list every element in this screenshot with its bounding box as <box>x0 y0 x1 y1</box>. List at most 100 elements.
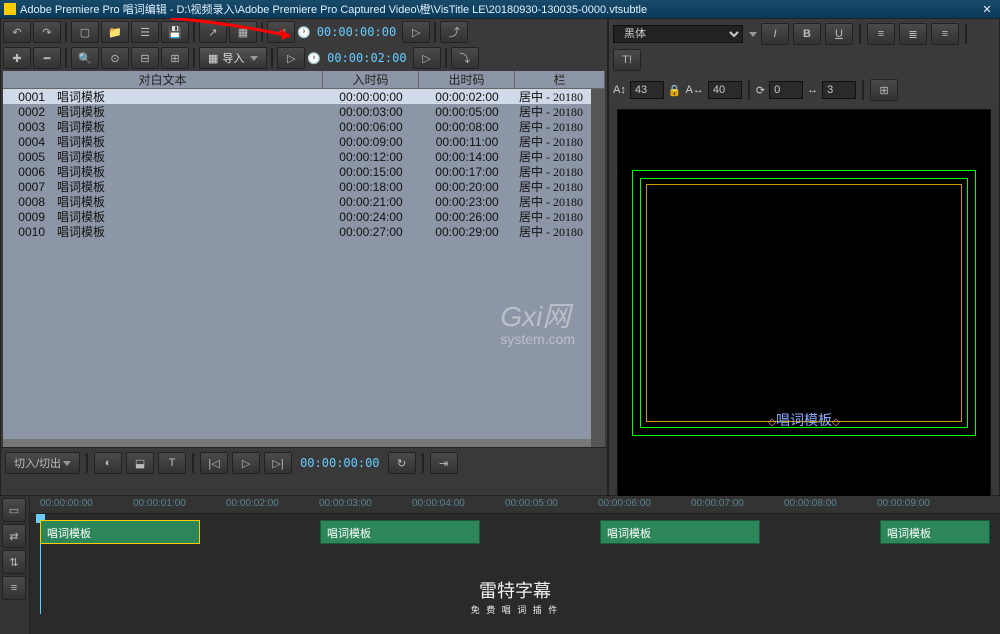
add-button[interactable]: ✚ <box>3 47 31 69</box>
undo-button[interactable]: ↶ <box>3 21 31 43</box>
titlebar: Adobe Premiere Pro 唱词编辑 - D:\视频录入\Adobe … <box>0 0 1000 18</box>
transport-bar: 切入/切出 ◐ ⬓ T |◁ ▷ ▷| 00:00:00:00 ↻ ⇥ <box>1 447 607 478</box>
goto-end-button[interactable]: ▷| <box>264 452 292 474</box>
mode-select[interactable]: 切入/切出 <box>5 452 80 474</box>
ruler-mark: 00:00:09:00 <box>877 498 930 509</box>
toolbar-row-2: ✚ ━ 🔍 ⊙ ⊟ ⊞ ▦ 导入 ▷ 🕐 00:00:02:00 ▷ ⤵ <box>1 45 607 71</box>
table-row[interactable]: 0003唱词模板00:00:06:0000:00:08:00居中 - 20180 <box>3 119 605 134</box>
scrollbar-horizontal[interactable] <box>3 439 591 447</box>
next-button[interactable]: ▷ <box>402 21 430 43</box>
table-header: 对白文本 入时码 出时码 栏 <box>3 71 605 89</box>
search-button[interactable]: 🔍 <box>71 47 99 69</box>
table-row[interactable]: 0007唱词模板00:00:18:0000:00:20:00居中 - 20180 <box>3 179 605 194</box>
app-icon <box>4 3 16 15</box>
col-in[interactable]: 入时码 <box>323 71 419 88</box>
in-button[interactable]: ◐ <box>94 452 122 474</box>
tl-tool2[interactable]: ⇄ <box>2 524 26 548</box>
spacing-input[interactable] <box>822 81 856 99</box>
ruler-mark: 00:00:00:00 <box>40 498 93 509</box>
folder-button[interactable]: ☰ <box>131 21 159 43</box>
new-button[interactable]: ▢ <box>71 21 99 43</box>
timecode-2[interactable]: 00:00:02:00 <box>323 51 410 65</box>
tl-tool1[interactable]: ▭ <box>2 498 26 522</box>
preview-subtitle-text[interactable]: 唱词模板 <box>768 410 839 430</box>
table-row[interactable]: 0005唱词模板00:00:12:0000:00:14:00居中 - 20180 <box>3 149 605 164</box>
watermark: Gxi网 system.com <box>500 295 575 347</box>
align-right-button[interactable]: ≡ <box>931 23 959 45</box>
table-row[interactable]: 0002唱词模板00:00:03:0000:00:05:00居中 - 20180 <box>3 104 605 119</box>
close-icon[interactable]: ✕ <box>978 3 996 16</box>
ruler-mark: 00:00:07:00 <box>691 498 744 509</box>
remove-button[interactable]: ━ <box>33 47 61 69</box>
table-row[interactable]: 0004唱词模板00:00:09:0000:00:11:00居中 - 20180 <box>3 134 605 149</box>
ruler-mark: 00:00:05:00 <box>505 498 558 509</box>
timeline-clip[interactable]: 唱词模板 <box>880 520 990 544</box>
col-out[interactable]: 出时码 <box>419 71 515 88</box>
mark-button[interactable]: ⤴ <box>440 21 468 43</box>
rotate-icon: ⟳ <box>756 84 765 97</box>
text-button[interactable]: T <box>158 452 186 474</box>
loop-button[interactable]: ↻ <box>388 452 416 474</box>
timeline-clip[interactable]: 唱词模板 <box>40 520 200 544</box>
spacing-icon: ↔ <box>807 84 818 96</box>
window-title: Adobe Premiere Pro 唱词编辑 - D:\视频录入\Adobe … <box>20 1 647 17</box>
timeline-clip[interactable]: 唱词模板 <box>320 520 480 544</box>
tool3-button[interactable]: ⊞ <box>161 47 189 69</box>
redo-button[interactable]: ↷ <box>33 21 61 43</box>
table-row[interactable]: 0008唱词模板00:00:21:0000:00:23:00居中 - 20180 <box>3 194 605 209</box>
goto-start-button[interactable]: |◁ <box>200 452 228 474</box>
play-button[interactable]: ▷ <box>277 47 305 69</box>
tl-tool3[interactable]: ⇅ <box>2 550 26 574</box>
ruler-mark: 00:00:08:00 <box>784 498 837 509</box>
open-button[interactable]: 📁 <box>101 21 129 43</box>
title-safe-area <box>646 184 962 422</box>
text-format-toolbar: 黑体 I B U ≡ ≣ ≡ T! <box>609 19 999 75</box>
split-button[interactable]: ⇥ <box>430 452 458 474</box>
play-transport-button[interactable]: ▷ <box>232 452 260 474</box>
align-center-button[interactable]: ≣ <box>899 23 927 45</box>
width-input[interactable] <box>708 81 742 99</box>
ruler-mark: 00:00:02:00 <box>226 498 279 509</box>
timeline-ruler[interactable]: 00:00:00:0000:00:01:0000:00:02:0000:00:0… <box>30 496 1000 514</box>
mark2-button[interactable]: ⤵ <box>451 47 479 69</box>
timecode-1[interactable]: 00:00:00:00 <box>313 25 400 39</box>
col-text[interactable]: 对白文本 <box>3 71 323 88</box>
lock-icon: 🔒 <box>668 84 682 97</box>
table-row[interactable]: 0010唱词模板00:00:27:0000:00:29:00居中 - 20180 <box>3 224 605 239</box>
rotate-input[interactable] <box>769 81 803 99</box>
font-size-input[interactable] <box>630 81 664 99</box>
transport-timecode[interactable]: 00:00:00:00 <box>296 456 383 470</box>
subtitle-table: 对白文本 入时码 出时码 栏 0001唱词模板00:00:00:0000:00:… <box>3 71 605 447</box>
ruler-mark: 00:00:03:00 <box>319 498 372 509</box>
table-row[interactable]: 0009唱词模板00:00:24:0000:00:26:00居中 - 20180 <box>3 209 605 224</box>
tool2-button[interactable]: ⊟ <box>131 47 159 69</box>
timeline-clip[interactable]: 唱词模板 <box>600 520 760 544</box>
align-left-button[interactable]: ≡ <box>867 23 895 45</box>
out-button[interactable]: ⬓ <box>126 452 154 474</box>
step-button[interactable]: ▷ <box>413 47 441 69</box>
table-body: 0001唱词模板00:00:00:0000:00:02:00居中 - 20180… <box>3 89 605 239</box>
texttool-button[interactable]: T! <box>613 49 641 71</box>
italic-button[interactable]: I <box>761 23 789 45</box>
tool1-button[interactable]: ⊙ <box>101 47 129 69</box>
scrollbar-vertical[interactable] <box>591 89 605 447</box>
bold-button[interactable]: B <box>793 23 821 45</box>
subtitle-list-panel: ↶ ↷ ▢ 📁 ☰ 💾 ↗ ▦ ◁ 🕐 00:00:00:00 ▷ ⤴ ✚ ━ … <box>0 18 608 496</box>
table-row[interactable]: 0006唱词模板00:00:15:0000:00:17:00居中 - 20180 <box>3 164 605 179</box>
timeline-panel: ▭ ⇄ ⇅ ≡ 00:00:00:0000:00:01:0000:00:02:0… <box>0 496 1000 634</box>
ruler-mark: 00:00:04:00 <box>412 498 465 509</box>
clock-icon-2: 🕐 <box>307 52 321 65</box>
grid-button[interactable]: ⊞ <box>870 79 898 101</box>
bottom-watermark: 雷特字幕 免 费 唱 词 插 件 <box>471 577 560 616</box>
timeline[interactable]: 00:00:00:0000:00:01:0000:00:02:0000:00:0… <box>30 496 1000 634</box>
font-select[interactable]: 黑体 <box>613 25 743 43</box>
table-row[interactable]: 0001唱词模板00:00:00:0000:00:02:00居中 - 20180 <box>3 89 605 104</box>
tl-tool4[interactable]: ≡ <box>2 576 26 600</box>
timeline-tools: ▭ ⇄ ⇅ ≡ <box>0 496 30 634</box>
import-button[interactable]: ▦ 导入 <box>199 47 267 69</box>
preview-monitor[interactable]: 唱词模板 <box>617 109 991 497</box>
col-status[interactable]: 栏 <box>515 71 605 88</box>
annotation-arrow <box>170 18 310 48</box>
underline-button[interactable]: U <box>825 23 853 45</box>
text-size-toolbar: A↕ 🔒 A↔ ⟳ ↔ ⊞ <box>609 75 999 105</box>
